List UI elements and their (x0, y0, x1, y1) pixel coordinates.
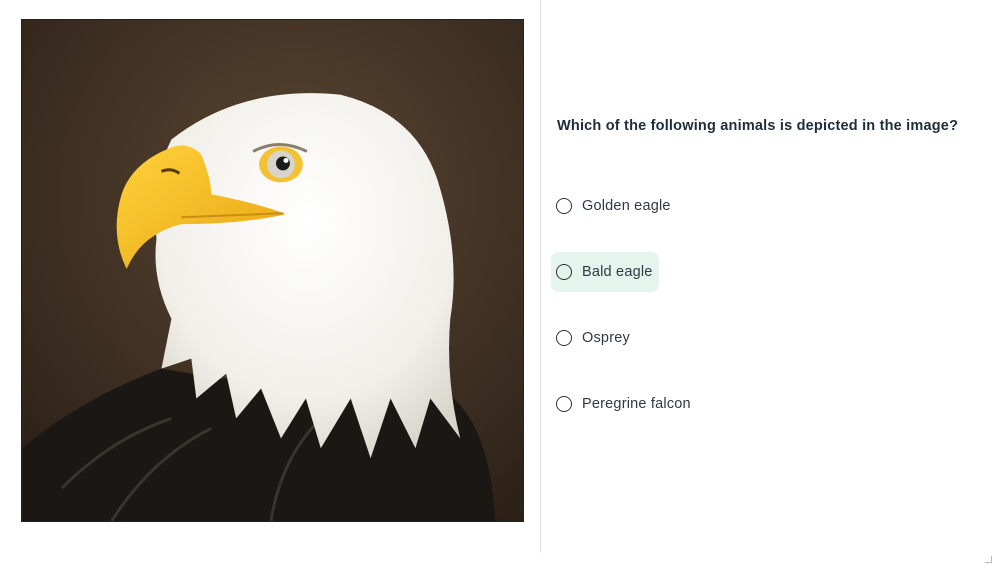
radio-button[interactable] (556, 198, 572, 214)
radio-button[interactable] (556, 396, 572, 412)
option-label: Golden eagle (582, 198, 671, 214)
question-text: Which of the following animals is depict… (557, 118, 959, 134)
radio-button[interactable] (556, 264, 572, 280)
option-osprey[interactable]: Osprey (551, 318, 636, 358)
option-label: Bald eagle (582, 264, 653, 280)
option-golden-eagle[interactable]: Golden eagle (551, 186, 677, 226)
eagle-illustration (22, 20, 523, 521)
radio-button[interactable] (556, 330, 572, 346)
resize-handle-icon[interactable] (985, 556, 992, 563)
panel-divider (540, 0, 541, 553)
option-label: Peregrine falcon (582, 396, 691, 412)
option-peregrine-falcon[interactable]: Peregrine falcon (551, 384, 697, 424)
option-bald-eagle[interactable]: Bald eagle (551, 252, 659, 292)
option-label: Osprey (582, 330, 630, 346)
eagle-image (21, 19, 524, 522)
